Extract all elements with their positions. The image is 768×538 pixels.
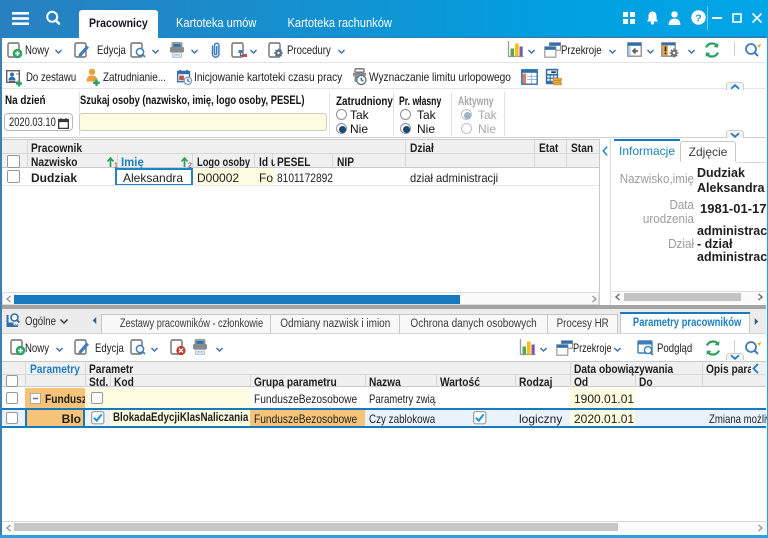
svg-text:?: ?: [695, 12, 701, 24]
